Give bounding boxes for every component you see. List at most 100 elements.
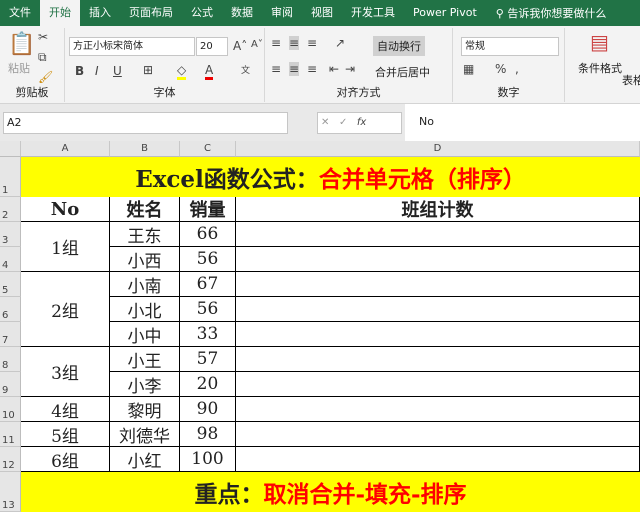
name-cell[interactable]: 王东 bbox=[110, 222, 180, 247]
format-painter-icon[interactable]: 🖌 bbox=[38, 70, 53, 84]
name-cell[interactable]: 小中 bbox=[110, 322, 180, 347]
count-cell[interactable] bbox=[236, 297, 640, 322]
align-middle-icon[interactable]: ≡ bbox=[289, 36, 300, 50]
group-cell[interactable]: 6组 bbox=[21, 447, 110, 472]
row-header[interactable]: 11 bbox=[0, 422, 21, 447]
sales-cell[interactable]: 57 bbox=[180, 347, 236, 372]
format-as-table-button[interactable]: 表格 bbox=[622, 72, 640, 88]
font-name-select[interactable]: 方正小标宋简体 bbox=[69, 37, 195, 56]
row-header[interactable]: 13 bbox=[0, 472, 21, 512]
sales-cell[interactable]: 20 bbox=[180, 372, 236, 397]
orientation-icon[interactable]: ↗ bbox=[335, 36, 345, 50]
bold-button[interactable]: B bbox=[75, 64, 84, 78]
group-cell[interactable]: 4组 bbox=[21, 397, 110, 422]
font-size-select[interactable]: 20 bbox=[196, 37, 228, 56]
paste-icon[interactable]: 📋 bbox=[8, 32, 35, 57]
paste-button[interactable]: 粘贴 bbox=[8, 60, 30, 76]
row-header[interactable]: 12 bbox=[0, 447, 21, 472]
name-box[interactable]: A2 bbox=[3, 112, 288, 134]
merge-center-button[interactable]: 合并后居中 bbox=[375, 64, 430, 80]
align-left-icon[interactable]: ≡ bbox=[271, 62, 281, 76]
count-cell[interactable] bbox=[236, 322, 640, 347]
sales-cell[interactable]: 90 bbox=[180, 397, 236, 422]
tab-0[interactable]: 文件 bbox=[0, 0, 40, 26]
tab-1[interactable]: 开始 bbox=[40, 0, 80, 26]
conditional-format-button[interactable]: 条件格式 bbox=[578, 60, 622, 76]
sales-cell[interactable]: 56 bbox=[180, 297, 236, 322]
header-cell[interactable]: 姓名 bbox=[110, 197, 180, 222]
count-cell[interactable] bbox=[236, 422, 640, 447]
header-cell[interactable]: 销量 bbox=[180, 197, 236, 222]
sales-cell[interactable]: 67 bbox=[180, 272, 236, 297]
name-cell[interactable]: 刘德华 bbox=[110, 422, 180, 447]
column-header[interactable]: C bbox=[180, 141, 236, 157]
increase-font-icon[interactable]: A˄ bbox=[233, 39, 247, 53]
title-cell[interactable]: Excel函数公式： 合并单元格（排序） bbox=[21, 157, 640, 197]
align-top-icon[interactable]: ≡ bbox=[271, 36, 281, 50]
row-header[interactable]: 7 bbox=[0, 322, 21, 347]
number-format-select[interactable]: 常规 bbox=[461, 37, 559, 56]
sales-cell[interactable]: 66 bbox=[180, 222, 236, 247]
footer-cell[interactable]: 重点： 取消合并-填充-排序 bbox=[21, 472, 640, 512]
group-cell[interactable]: 2组 bbox=[21, 272, 110, 347]
count-cell[interactable] bbox=[236, 222, 640, 247]
row-header[interactable]: 8 bbox=[0, 347, 21, 372]
row-header[interactable]: 1 bbox=[0, 157, 21, 197]
increase-indent-icon[interactable]: ⇥ bbox=[345, 62, 355, 76]
wrap-text-button[interactable]: 自动换行 bbox=[373, 36, 425, 56]
column-header[interactable]: D bbox=[236, 141, 640, 157]
tab-6[interactable]: 审阅 bbox=[262, 0, 302, 26]
group-cell[interactable]: 5组 bbox=[21, 422, 110, 447]
decrease-indent-icon[interactable]: ⇤ bbox=[329, 62, 339, 76]
sales-cell[interactable]: 56 bbox=[180, 247, 236, 272]
count-cell[interactable] bbox=[236, 397, 640, 422]
sales-cell[interactable]: 100 bbox=[180, 447, 236, 472]
conditional-format-icon[interactable]: ▤ bbox=[590, 30, 609, 54]
name-cell[interactable]: 黎明 bbox=[110, 397, 180, 422]
tell-me-search[interactable]: ⚲ 告诉我你想要做什么 bbox=[496, 5, 607, 21]
tab-4[interactable]: 公式 bbox=[182, 0, 222, 26]
align-right-icon[interactable]: ≡ bbox=[307, 62, 317, 76]
enter-icon[interactable]: ✓ bbox=[339, 117, 347, 128]
name-cell[interactable]: 小北 bbox=[110, 297, 180, 322]
column-header[interactable]: B bbox=[110, 141, 180, 157]
row-header[interactable]: 5 bbox=[0, 272, 21, 297]
phonetic-icon[interactable]: 文 bbox=[241, 63, 250, 76]
row-header[interactable]: 3 bbox=[0, 222, 21, 247]
align-bottom-icon[interactable]: ≡ bbox=[307, 36, 317, 50]
count-cell[interactable] bbox=[236, 247, 640, 272]
count-cell[interactable] bbox=[236, 372, 640, 397]
formula-input[interactable]: No bbox=[405, 104, 640, 141]
sales-cell[interactable]: 98 bbox=[180, 422, 236, 447]
align-center-icon[interactable]: ≡ bbox=[289, 62, 300, 76]
name-cell[interactable]: 小南 bbox=[110, 272, 180, 297]
tab-8[interactable]: 开发工具 bbox=[342, 0, 404, 26]
select-all-corner[interactable] bbox=[0, 141, 21, 157]
count-cell[interactable] bbox=[236, 447, 640, 472]
name-cell[interactable]: 小王 bbox=[110, 347, 180, 372]
row-header[interactable]: 2 bbox=[0, 197, 21, 222]
tab-3[interactable]: 页面布局 bbox=[120, 0, 182, 26]
fx-button[interactable]: fx bbox=[357, 117, 366, 128]
group-cell[interactable]: 3组 bbox=[21, 347, 110, 397]
cancel-icon[interactable]: ✕ bbox=[321, 117, 329, 128]
count-cell[interactable] bbox=[236, 272, 640, 297]
name-cell[interactable]: 小李 bbox=[110, 372, 180, 397]
header-cell[interactable]: No bbox=[21, 197, 110, 222]
tab-7[interactable]: 视图 bbox=[302, 0, 342, 26]
name-cell[interactable]: 小红 bbox=[110, 447, 180, 472]
percent-button[interactable]: % bbox=[495, 62, 506, 76]
comma-button[interactable]: , bbox=[515, 62, 519, 76]
underline-button[interactable]: U bbox=[113, 64, 122, 78]
font-color-icon[interactable]: A bbox=[205, 63, 214, 80]
italic-button[interactable]: I bbox=[95, 64, 99, 78]
cut-icon[interactable]: ✂ bbox=[38, 30, 48, 44]
accounting-icon[interactable]: ▦ bbox=[463, 62, 474, 76]
fill-color-icon[interactable]: ◇ bbox=[177, 63, 187, 80]
border-icon[interactable]: ⊞ bbox=[143, 63, 153, 77]
decrease-font-icon[interactable]: A˅ bbox=[251, 39, 263, 50]
row-header[interactable]: 9 bbox=[0, 372, 21, 397]
sales-cell[interactable]: 33 bbox=[180, 322, 236, 347]
name-cell[interactable]: 小西 bbox=[110, 247, 180, 272]
count-cell[interactable] bbox=[236, 347, 640, 372]
